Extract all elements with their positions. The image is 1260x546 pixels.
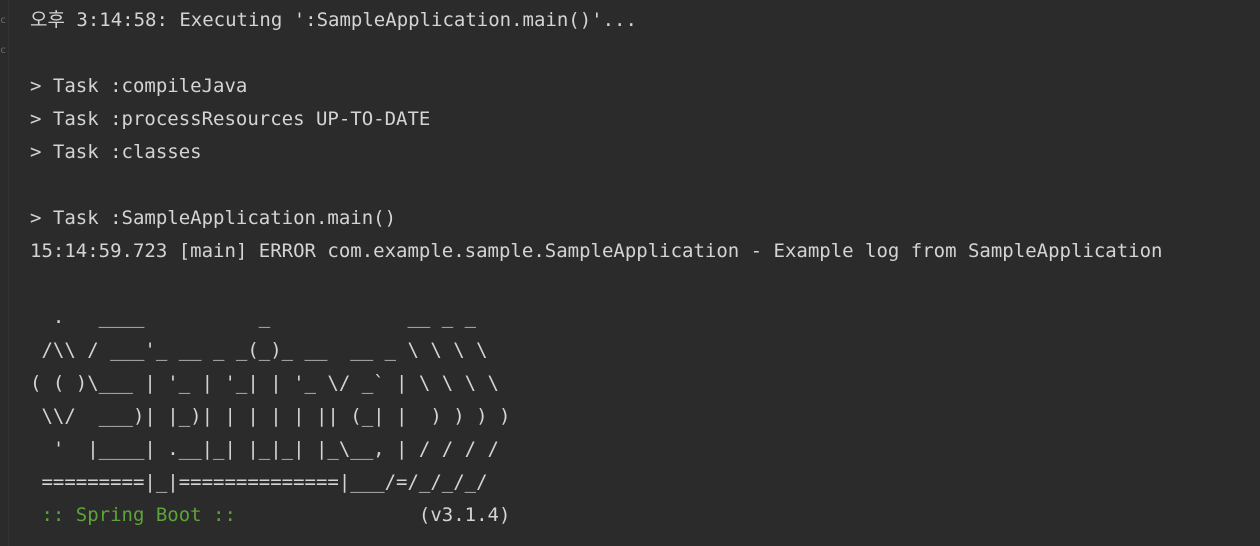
gutter-mark: c bbox=[0, 15, 7, 26]
console-line-task-classes: > Task :classes bbox=[30, 141, 202, 163]
spring-banner-line-1: . ____ _ __ _ _ bbox=[30, 306, 477, 328]
console-line-task-compile: > Task :compileJava bbox=[30, 75, 248, 97]
spring-banner-line-3: ( ( )\___ | '_ | '_| | '_ \/ _` | \ \ \ … bbox=[30, 372, 499, 394]
spring-banner-line-4: \\/ ___)| |_)| | | | | || (_| | ) ) ) ) bbox=[30, 405, 511, 427]
spring-boot-version: (v3.1.4) bbox=[247, 504, 511, 526]
console-line-error-log: 15:14:59.723 [main] ERROR com.example.sa… bbox=[30, 240, 1163, 262]
console-line-task-resources: > Task :processResources UP-TO-DATE bbox=[30, 108, 431, 130]
run-console-window: c c 오후 3:14:58: Executing ':SampleApplic… bbox=[0, 0, 1260, 546]
console-line-executing: 오후 3:14:58: Executing ':SampleApplicatio… bbox=[30, 9, 637, 31]
console-line-task-main: > Task :SampleApplication.main() bbox=[30, 207, 397, 229]
spring-boot-version-line: :: Spring Boot :: (v3.1.4) bbox=[30, 499, 1250, 532]
spring-banner-line-5: ' |____| .__|_| |_|_| |_\__, | / / / / bbox=[30, 438, 499, 460]
console-output[interactable]: 오후 3:14:58: Executing ':SampleApplicatio… bbox=[30, 4, 1250, 532]
console-gutter: c c bbox=[0, 0, 9, 546]
spring-boot-label: :: Spring Boot :: bbox=[30, 504, 248, 526]
spring-banner-line-6: =========|_|==============|___/=/_/_/_/ bbox=[30, 471, 488, 493]
spring-banner-line-2: /\\ / ___'_ __ _ _(_)_ __ __ _ \ \ \ \ bbox=[30, 339, 488, 361]
gutter-mark: c bbox=[0, 45, 7, 56]
